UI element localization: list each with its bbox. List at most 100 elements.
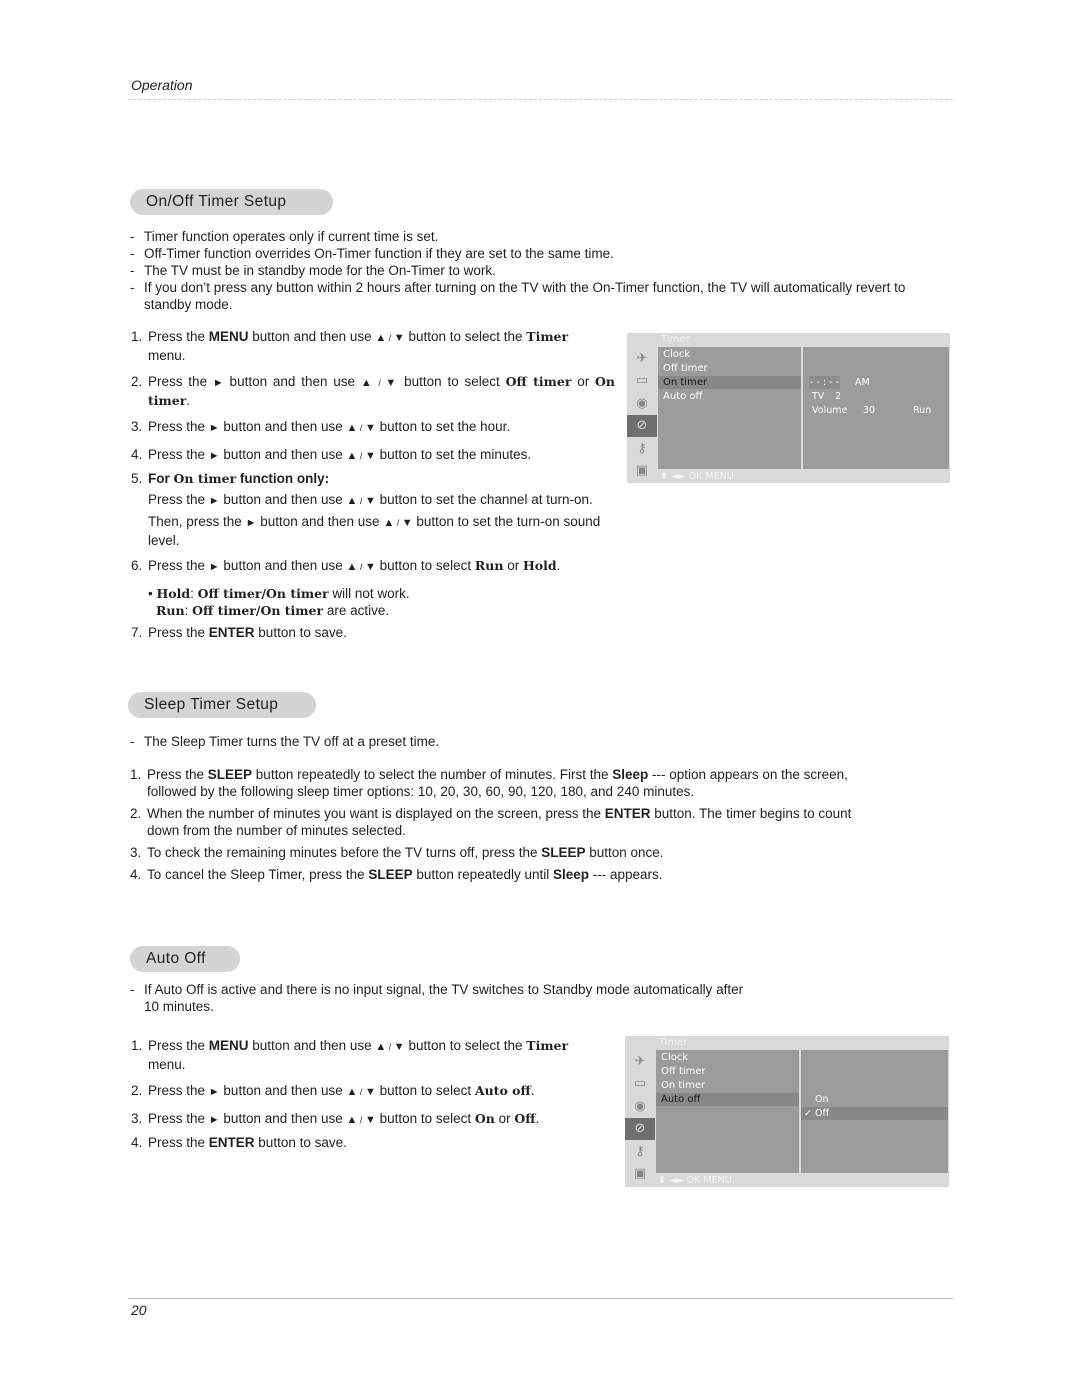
up-arrow-icon: ▲ (346, 450, 358, 462)
osd-item-clock[interactable]: Clock (656, 1051, 799, 1064)
osd-item-clock[interactable]: Clock (658, 348, 801, 361)
onoff-steps: 1. Press the MENU button and then use ▲ … (131, 328, 615, 641)
sleep-step-1: 1. Press the SLEEP button repeatedly to … (130, 767, 848, 799)
osd-item-on-timer[interactable]: On timer (658, 376, 801, 389)
auto-off-notes: If Auto Off is active and there is no in… (130, 981, 760, 1015)
down-arrow-icon: ▼ (364, 1114, 376, 1126)
sleep-step-2: 2. When the number of minutes you want i… (130, 806, 852, 838)
note: If you don’t press any button within 2 h… (130, 279, 910, 313)
step-3: 3. Press the ► button and then use ▲ / ▼… (131, 419, 511, 434)
sleep-notes: The Sleep Timer turns the TV off at a pr… (130, 733, 830, 750)
right-arrow-icon: ► (208, 1114, 220, 1126)
onoff-notes: Timer function operates only if current … (130, 228, 910, 313)
picture-icon: ▭ (633, 1076, 647, 1092)
osd-option-off[interactable]: ✓ Off (801, 1107, 948, 1120)
up-arrow-icon: ▲ (375, 332, 387, 344)
osd-option-on[interactable]: On (815, 1093, 829, 1106)
header-divider (128, 99, 953, 100)
auto-off-step-3: 3. Press the ► button and then use ▲ / ▼… (131, 1111, 540, 1126)
right-arrow-icon: ► (208, 495, 220, 507)
osd-footer-keys: OK MENU (686, 1175, 732, 1186)
right-arrow-icon: ► (208, 1086, 220, 1098)
page-number: 20 (131, 1302, 147, 1318)
auto-off-steps: 1. Press the MENU button and then use ▲ … (131, 1037, 615, 1151)
up-arrow-icon: ▲ (346, 561, 358, 573)
up-arrow-icon: ▲ (360, 377, 374, 389)
sleep-section-title: Sleep Timer Setup (128, 692, 316, 718)
timer-osd-auto-off: Timer ✈ ▭ ◉ ⊘ ⚷ ▣ Clock Off timer On tim… (625, 1036, 949, 1187)
special-key-icon: ⚷ (637, 440, 647, 456)
right-arrow-icon: ► (208, 450, 220, 462)
sleep-steps: 1. Press the SLEEP button repeatedly to … (130, 766, 860, 883)
special-key-icon: ⚷ (635, 1143, 645, 1159)
osd-item-on-timer[interactable]: On timer (656, 1079, 799, 1092)
footer-divider (128, 1298, 953, 1299)
osd-menu-list: Clock Off timer On timer Auto off (658, 347, 801, 469)
down-arrow-icon: ▼ (393, 1041, 405, 1053)
osd-source: TV (812, 391, 825, 402)
speaker-icon: ◉ (634, 1098, 646, 1114)
up-arrow-icon: ▲ (375, 1041, 387, 1053)
osd-footer: ⬍ ◄► OK MENU (660, 471, 734, 482)
down-arrow-icon: ▼ (401, 517, 413, 529)
step-5-detail-1: Press the ► button and then use ▲ / ▼ bu… (148, 492, 593, 507)
down-arrow-icon: ▼ (385, 377, 399, 389)
timer-icon: ⊘ (627, 414, 657, 437)
osd-channel: 2 (835, 391, 842, 402)
auto-off-step-2: 2. Press the ► button and then use ▲ / ▼… (131, 1083, 535, 1098)
osd-mode-value: Run (913, 405, 932, 416)
down-arrow-icon: ▼ (364, 422, 376, 434)
right-arrow-icon: ► (208, 422, 220, 434)
step-2: 2. Press the ► button and then use ▲ / ▼… (131, 374, 616, 408)
sleep-step-3: 3. To check the remaining minutes before… (130, 845, 664, 860)
osd-time-value[interactable]: - - : - - (809, 376, 840, 389)
run-note: Run: Off timer/On timer are active. (156, 603, 390, 618)
osd-title: Timer (659, 1037, 688, 1048)
onoff-section-title: On/Off Timer Setup (130, 189, 333, 215)
note: Off-Timer function overrides On-Timer fu… (130, 245, 910, 262)
step-7: 7. Press the ENTER button to save. (131, 625, 347, 640)
step-1: 1. Press the MENU button and then use ▲ … (131, 329, 569, 363)
note: The Sleep Timer turns the TV off at a pr… (130, 733, 830, 750)
left-right-icon: ◄► (671, 471, 686, 482)
down-arrow-icon: ▼ (364, 450, 376, 462)
osd-volume-label: Volume (812, 405, 848, 416)
osd-item-off-timer[interactable]: Off timer (658, 362, 801, 375)
osd-volume-value: 30 (863, 405, 876, 416)
picture-icon: ▭ (635, 373, 649, 389)
check-icon: ✓ (804, 1108, 812, 1119)
osd-title: Timer (661, 334, 690, 345)
osd-value-pane: - - : - - AM TV 2 Volume 30 Run (803, 347, 949, 469)
auto-off-section-title: Auto Off (130, 946, 240, 972)
step-5: 5. For On timer function only: Press the… (131, 470, 615, 549)
up-down-icon: ⬍ (660, 471, 668, 482)
section-header: Operation (131, 77, 193, 93)
timer-osd-on-timer: Timer ✈ ▭ ◉ ⊘ ⚷ ▣ Clock Off timer On tim… (627, 333, 950, 483)
step-5-detail-2: Then, press the ► button and then use ▲ … (148, 514, 601, 548)
osd-item-auto-off[interactable]: Auto off (656, 1093, 799, 1106)
osd-item-auto-off[interactable]: Auto off (658, 390, 801, 403)
down-arrow-icon: ▼ (393, 332, 405, 344)
auto-off-step-1: 1. Press the MENU button and then use ▲ … (131, 1038, 569, 1072)
up-down-icon: ⬍ (658, 1175, 666, 1186)
right-arrow-icon: ► (208, 561, 220, 573)
osd-item-off-timer[interactable]: Off timer (656, 1065, 799, 1078)
osd-ampm: AM (855, 377, 870, 388)
osd-footer-keys: OK MENU (688, 471, 734, 482)
hold-note: • Hold: Off timer/On timer will not work… (148, 586, 410, 601)
up-arrow-icon: ▲ (346, 495, 358, 507)
osd-icon-column: ✈ ▭ ◉ ⊘ ⚷ ▣ (627, 347, 657, 478)
up-arrow-icon: ▲ (346, 1086, 358, 1098)
timer-icon: ⊘ (625, 1117, 655, 1140)
up-arrow-icon: ▲ (383, 517, 395, 529)
down-arrow-icon: ▼ (364, 495, 376, 507)
osd-option-pane: On ✓ Off (801, 1050, 948, 1173)
note: Timer function operates only if current … (130, 228, 910, 245)
osd-menu-list: Clock Off timer On timer Auto off (656, 1050, 799, 1173)
note: If Auto Off is active and there is no in… (130, 981, 760, 1015)
auto-off-step-4: 4. Press the ENTER button to save. (131, 1135, 347, 1150)
screen-icon: ▣ (635, 463, 649, 479)
note: The TV must be in standby mode for the O… (130, 262, 910, 279)
satellite-icon: ✈ (634, 1053, 646, 1069)
step-6: 6. Press the ► button and then use ▲ / ▼… (131, 557, 615, 619)
